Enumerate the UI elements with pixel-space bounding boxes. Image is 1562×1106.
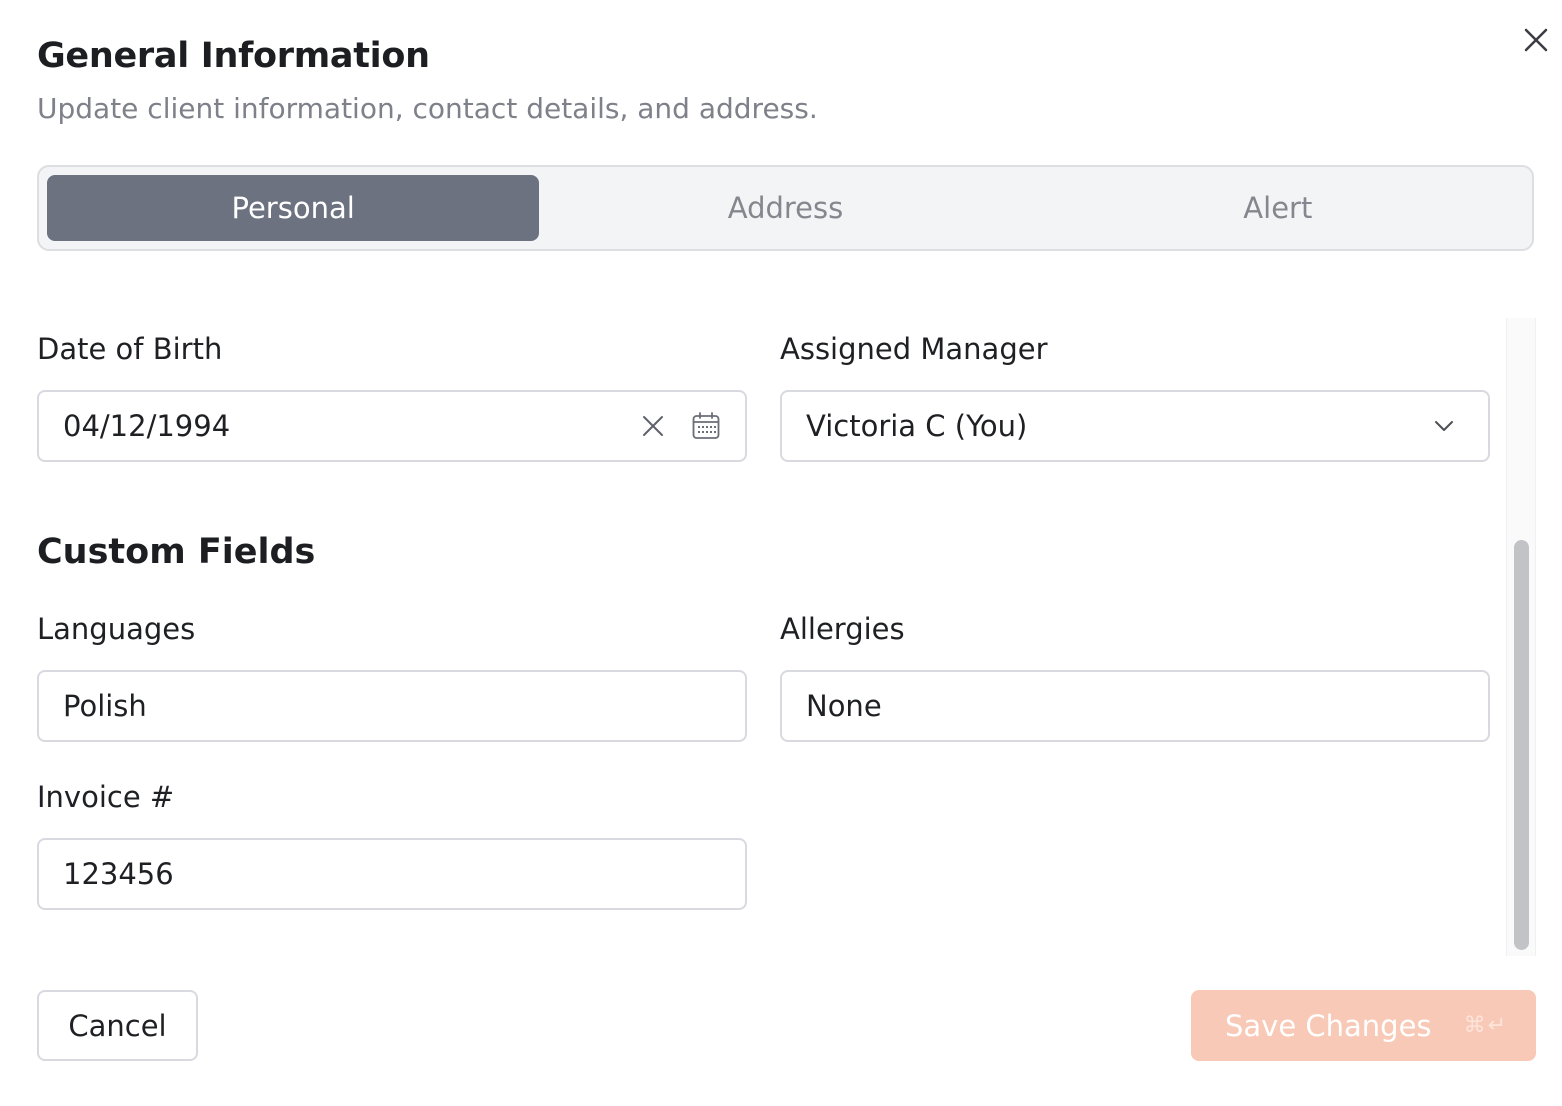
invoice-value: 123456 bbox=[63, 857, 174, 891]
tab-personal[interactable]: Personal bbox=[47, 175, 540, 241]
close-icon[interactable] bbox=[1520, 24, 1552, 56]
dialog-title: General Information bbox=[37, 36, 430, 76]
keyboard-shortcut-hint: ⌘↵ bbox=[1463, 1013, 1508, 1038]
languages-input[interactable]: Polish bbox=[37, 670, 747, 742]
date-of-birth-field[interactable]: 04/12/1994 bbox=[37, 390, 747, 462]
custom-fields-heading: Custom Fields bbox=[37, 532, 316, 572]
languages-label: Languages bbox=[37, 612, 196, 646]
assigned-manager-select[interactable]: Victoria C (You) bbox=[780, 390, 1490, 462]
assigned-manager-label: Assigned Manager bbox=[780, 332, 1048, 366]
tab-bar: Personal Address Alert bbox=[37, 165, 1534, 251]
languages-value: Polish bbox=[63, 689, 147, 723]
date-of-birth-value: 04/12/1994 bbox=[63, 409, 231, 443]
assigned-manager-value: Victoria C (You) bbox=[806, 409, 1028, 443]
tab-alert[interactable]: Alert bbox=[1032, 175, 1524, 241]
cancel-button[interactable]: Cancel bbox=[37, 990, 198, 1061]
save-changes-button[interactable]: Save Changes ⌘↵ bbox=[1191, 990, 1536, 1061]
date-of-birth-label: Date of Birth bbox=[37, 332, 223, 366]
tab-address[interactable]: Address bbox=[539, 175, 1031, 241]
scrollbar-thumb[interactable] bbox=[1514, 540, 1529, 950]
allergies-label: Allergies bbox=[780, 612, 905, 646]
allergies-value: None bbox=[806, 689, 882, 723]
invoice-label: Invoice # bbox=[37, 780, 175, 814]
calendar-icon[interactable] bbox=[691, 411, 721, 441]
clear-icon[interactable] bbox=[641, 414, 665, 438]
chevron-down-icon[interactable] bbox=[1432, 414, 1456, 438]
invoice-input[interactable]: 123456 bbox=[37, 838, 747, 910]
save-changes-label: Save Changes bbox=[1225, 1008, 1432, 1043]
allergies-input[interactable]: None bbox=[780, 670, 1490, 742]
dialog-subtitle: Update client information, contact detai… bbox=[37, 92, 818, 125]
